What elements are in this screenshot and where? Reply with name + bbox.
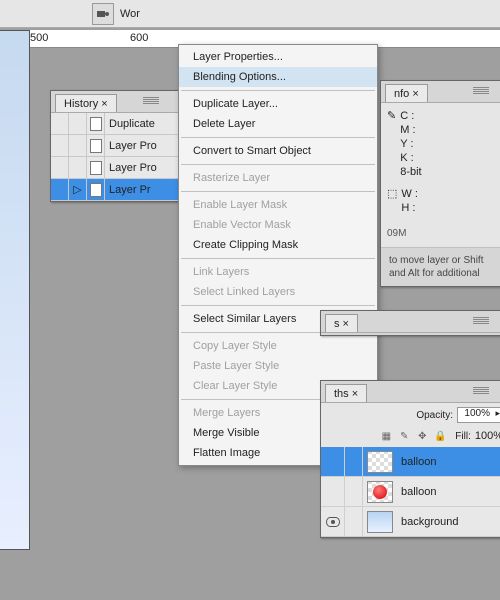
- layer-thumbnail: [367, 511, 393, 533]
- menu-separator: [181, 258, 375, 259]
- visibility-icon[interactable]: [326, 517, 340, 527]
- layer-row[interactable]: balloon: [321, 447, 500, 477]
- layer-name: balloon: [397, 456, 436, 468]
- opacity-label: Opacity:: [416, 410, 453, 421]
- history-label: Layer Pr: [105, 184, 179, 196]
- menu-item: Rasterize Layer: [179, 168, 377, 188]
- lock-pixels-icon[interactable]: ✎: [397, 429, 411, 443]
- eyedropper-icon: ✎: [387, 109, 396, 179]
- document-canvas[interactable]: [0, 30, 30, 550]
- info-line: Y :: [400, 137, 421, 151]
- menu-item[interactable]: Blending Options...: [179, 67, 377, 87]
- fill-label: Fill:: [455, 431, 471, 442]
- menu-item: Enable Vector Mask: [179, 215, 377, 235]
- lock-transparency-icon[interactable]: ▦: [379, 429, 393, 443]
- menu-item: Paste Layer Style: [179, 356, 377, 376]
- menu-item: Copy Layer Style: [179, 336, 377, 356]
- panel-grip-icon[interactable]: [473, 87, 489, 95]
- history-label: Layer Pro: [105, 140, 179, 152]
- history-row[interactable]: ▷Layer Pr: [51, 179, 179, 201]
- tab-history[interactable]: History ×: [55, 94, 117, 112]
- layer-icon: [90, 161, 102, 175]
- menu-item: Select Linked Layers: [179, 282, 377, 302]
- layer-row[interactable]: background: [321, 507, 500, 537]
- menu-item[interactable]: Duplicate Layer...: [179, 94, 377, 114]
- info-line: K :: [400, 151, 421, 165]
- doc-size: 09M: [381, 221, 500, 247]
- menu-item[interactable]: Delete Layer: [179, 114, 377, 134]
- history-label: Layer Pro: [105, 162, 179, 174]
- dimensions-icon: ⬚: [387, 187, 397, 215]
- menu-separator: [181, 164, 375, 165]
- history-row[interactable]: Layer Pro: [51, 157, 179, 179]
- layer-thumbnail: [367, 481, 393, 503]
- info-line: C :: [400, 109, 421, 123]
- menu-separator: [181, 137, 375, 138]
- toolbar-label: Wor: [120, 8, 140, 20]
- info-panel: nfo × ▸ ✎ C :M :Y :K :8-bit ⬚ W : H : 09…: [380, 80, 500, 287]
- lock-all-icon[interactable]: 🔒: [433, 429, 447, 443]
- fill-field[interactable]: 100%: [475, 430, 500, 442]
- opacity-field[interactable]: 100%: [457, 407, 500, 423]
- panel-grip-icon[interactable]: [473, 387, 489, 395]
- menu-item[interactable]: Convert to Smart Object: [179, 141, 377, 161]
- layer-name: balloon: [397, 486, 436, 498]
- history-panel: History × Duplicate Layer Pro Layer Pro ▷La…: [50, 90, 180, 202]
- layer-icon: [90, 139, 102, 153]
- ruler-mark: 500: [30, 32, 48, 44]
- info-readout: ✎ C :M :Y :K :8-bit ⬚ W : H :: [381, 103, 500, 221]
- menu-item[interactable]: Create Clipping Mask: [179, 235, 377, 255]
- layer-row[interactable]: balloon: [321, 477, 500, 507]
- menu-separator: [181, 90, 375, 91]
- history-row[interactable]: Duplicate: [51, 113, 179, 135]
- history-row[interactable]: Layer Pro: [51, 135, 179, 157]
- layer-icon: [90, 117, 102, 131]
- info-hint: to move layer or Shift and Alt for addit…: [381, 247, 500, 286]
- menu-item: Link Layers: [179, 262, 377, 282]
- panel-grip-icon[interactable]: [473, 317, 489, 325]
- ruler-mark: 600: [130, 32, 148, 44]
- layer-thumbnail: [367, 451, 393, 473]
- menu-separator: [181, 191, 375, 192]
- layer-name: background: [397, 516, 459, 528]
- info-line: M :: [400, 123, 421, 137]
- tab-paths[interactable]: ths ×: [325, 384, 367, 402]
- menu-item: Enable Layer Mask: [179, 195, 377, 215]
- tab-mini[interactable]: s ×: [325, 314, 358, 332]
- layer-icon: [90, 183, 102, 197]
- options-bar: Wor: [0, 0, 500, 28]
- history-label: Duplicate: [105, 118, 179, 130]
- menu-separator: [181, 305, 375, 306]
- lock-position-icon[interactable]: ✥: [415, 429, 429, 443]
- tab-info[interactable]: nfo ×: [385, 84, 428, 102]
- brush-preset-icon[interactable]: [92, 3, 114, 25]
- lock-controls: ▦ ✎ ✥ 🔒: [379, 429, 451, 443]
- panel-grip-icon[interactable]: [143, 97, 159, 105]
- menu-item[interactable]: Layer Properties...: [179, 47, 377, 67]
- info-line: 8-bit: [400, 165, 421, 179]
- mini-panel: s × ▸: [320, 310, 500, 336]
- layers-panel: ths × ▸ Opacity: 100% ▦ ✎ ✥ 🔒 Fill: 100%…: [320, 380, 500, 538]
